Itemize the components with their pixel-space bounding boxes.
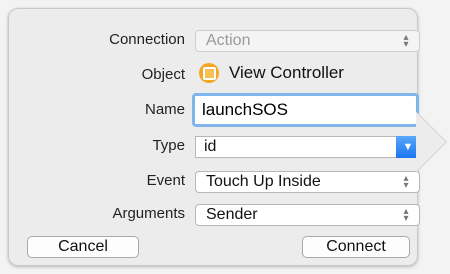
object-value: View Controller <box>199 63 344 83</box>
name-input[interactable] <box>202 100 402 120</box>
connection-select: Action ▴ ▾ <box>195 30 420 52</box>
connection-popover: Connection Action ▴ ▾ Object View Control… <box>8 8 420 266</box>
connection-value: Action <box>206 32 251 49</box>
type-combobox[interactable]: id ▼ <box>195 136 420 158</box>
connection-label: Connection <box>109 31 185 48</box>
stepper-icon: ▴ ▾ <box>403 173 409 191</box>
stepper-icon: ▴ ▾ <box>403 32 409 50</box>
cancel-button[interactable]: Cancel <box>27 236 139 258</box>
type-label: Type <box>152 137 185 154</box>
arguments-value: Sender <box>206 206 258 223</box>
stepper-icon: ▴ ▾ <box>403 206 409 224</box>
view-controller-icon <box>199 63 219 83</box>
event-label: Event <box>146 172 185 189</box>
name-field[interactable] <box>192 93 419 127</box>
popover-arrow <box>416 112 446 172</box>
type-value: id <box>204 138 217 155</box>
object-label: Object <box>141 66 185 83</box>
connect-button[interactable]: Connect <box>302 236 410 258</box>
arguments-select[interactable]: Sender ▴ ▾ <box>195 204 420 226</box>
name-label: Name <box>144 101 185 118</box>
event-value: Touch Up Inside <box>206 173 321 190</box>
object-name: View Controller <box>229 63 344 82</box>
event-select[interactable]: Touch Up Inside ▴ ▾ <box>195 171 420 193</box>
arguments-label: Arguments <box>112 205 185 222</box>
